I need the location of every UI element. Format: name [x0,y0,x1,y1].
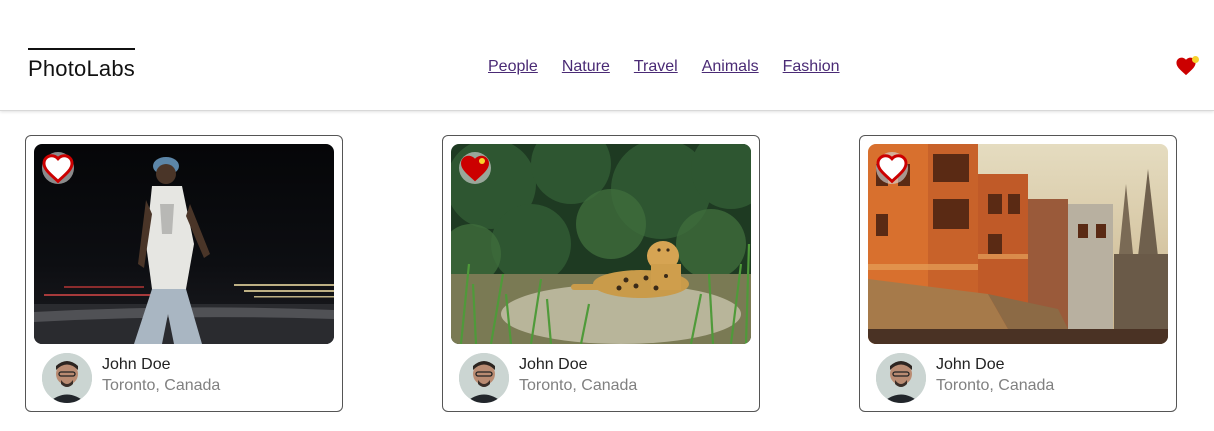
user-location: Toronto, Canada [936,377,1055,394]
notification-dot [479,158,485,164]
user-avatar-image [459,353,509,403]
favorite-button[interactable] [876,152,908,184]
favorite-button[interactable] [459,152,491,184]
topic-link-travel[interactable]: Travel [634,58,678,76]
top-nav-bar: PhotoLabs People Nature Travel Animals F… [0,0,1214,111]
user-avatar-image [42,353,92,403]
photo-jaguar [451,144,751,344]
heart-outline-icon [876,154,908,184]
notification-dot [1192,56,1199,63]
photo-riverside-buildings [868,144,1168,344]
heart-outline-icon [42,154,74,184]
app-logo[interactable]: PhotoLabs [28,48,135,82]
avatar[interactable] [459,353,509,403]
photo-list: John Doe Toronto, Canada John Doe Toront… [25,135,1185,415]
topic-link-nature[interactable]: Nature [562,58,610,76]
avatar[interactable] [42,353,92,403]
photo-image[interactable] [34,144,334,344]
photo-card: John Doe Toronto, Canada [442,135,760,412]
topic-link-animals[interactable]: Animals [702,58,759,76]
photo-man-night [34,144,334,344]
user-location: Toronto, Canada [519,377,638,394]
user-name: John Doe [936,356,1005,373]
photo-image[interactable] [451,144,751,344]
user-name: John Doe [519,356,588,373]
avatar[interactable] [876,353,926,403]
user-location: Toronto, Canada [102,377,221,394]
topic-link-people[interactable]: People [488,58,538,76]
topic-list: People Nature Travel Animals Fashion [488,58,840,76]
user-avatar-image [876,353,926,403]
heart-filled-icon [461,155,489,182]
favorites-badge[interactable] [1175,56,1199,76]
favorite-button[interactable] [42,152,74,184]
photo-card: John Doe Toronto, Canada [859,135,1177,412]
photo-image[interactable] [868,144,1168,344]
user-name: John Doe [102,356,171,373]
photo-card: John Doe Toronto, Canada [25,135,343,412]
topic-link-fashion[interactable]: Fashion [783,58,840,76]
